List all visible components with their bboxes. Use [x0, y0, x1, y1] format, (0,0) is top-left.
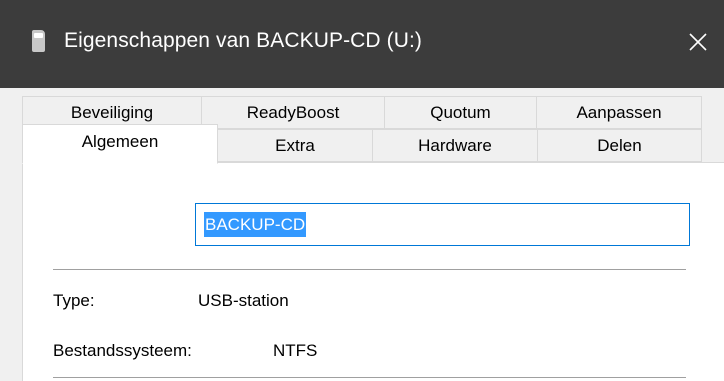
type-value: USB-station	[198, 291, 289, 310]
title-bar: Eigenschappen van BACKUP-CD (U:)	[0, 0, 724, 88]
close-icon	[689, 33, 707, 51]
tab-extra[interactable]: Extra	[217, 129, 373, 162]
tab-aanpassen[interactable]: Aanpassen	[536, 96, 702, 129]
filesystem-value: NTFS	[273, 341, 318, 360]
drive-icon	[32, 30, 45, 52]
tab-algemeen[interactable]: Algemeen	[22, 124, 218, 164]
drive-name-field[interactable]: BACKUP-CD	[195, 203, 690, 246]
filesystem-label: Bestandssysteem:	[53, 341, 192, 360]
type-label: Type:	[53, 291, 95, 310]
window-title: Eigenschappen van BACKUP-CD (U:)	[64, 29, 423, 52]
tab-readyboost[interactable]: ReadyBoost	[201, 96, 385, 129]
close-button[interactable]	[676, 20, 720, 64]
tab-hardware[interactable]: Hardware	[372, 129, 538, 162]
tab-delen[interactable]: Delen	[537, 129, 702, 162]
drive-name-value: BACKUP-CD	[204, 212, 307, 237]
tab-quotum[interactable]: Quotum	[384, 96, 537, 129]
divider	[53, 269, 686, 270]
divider	[53, 377, 686, 378]
